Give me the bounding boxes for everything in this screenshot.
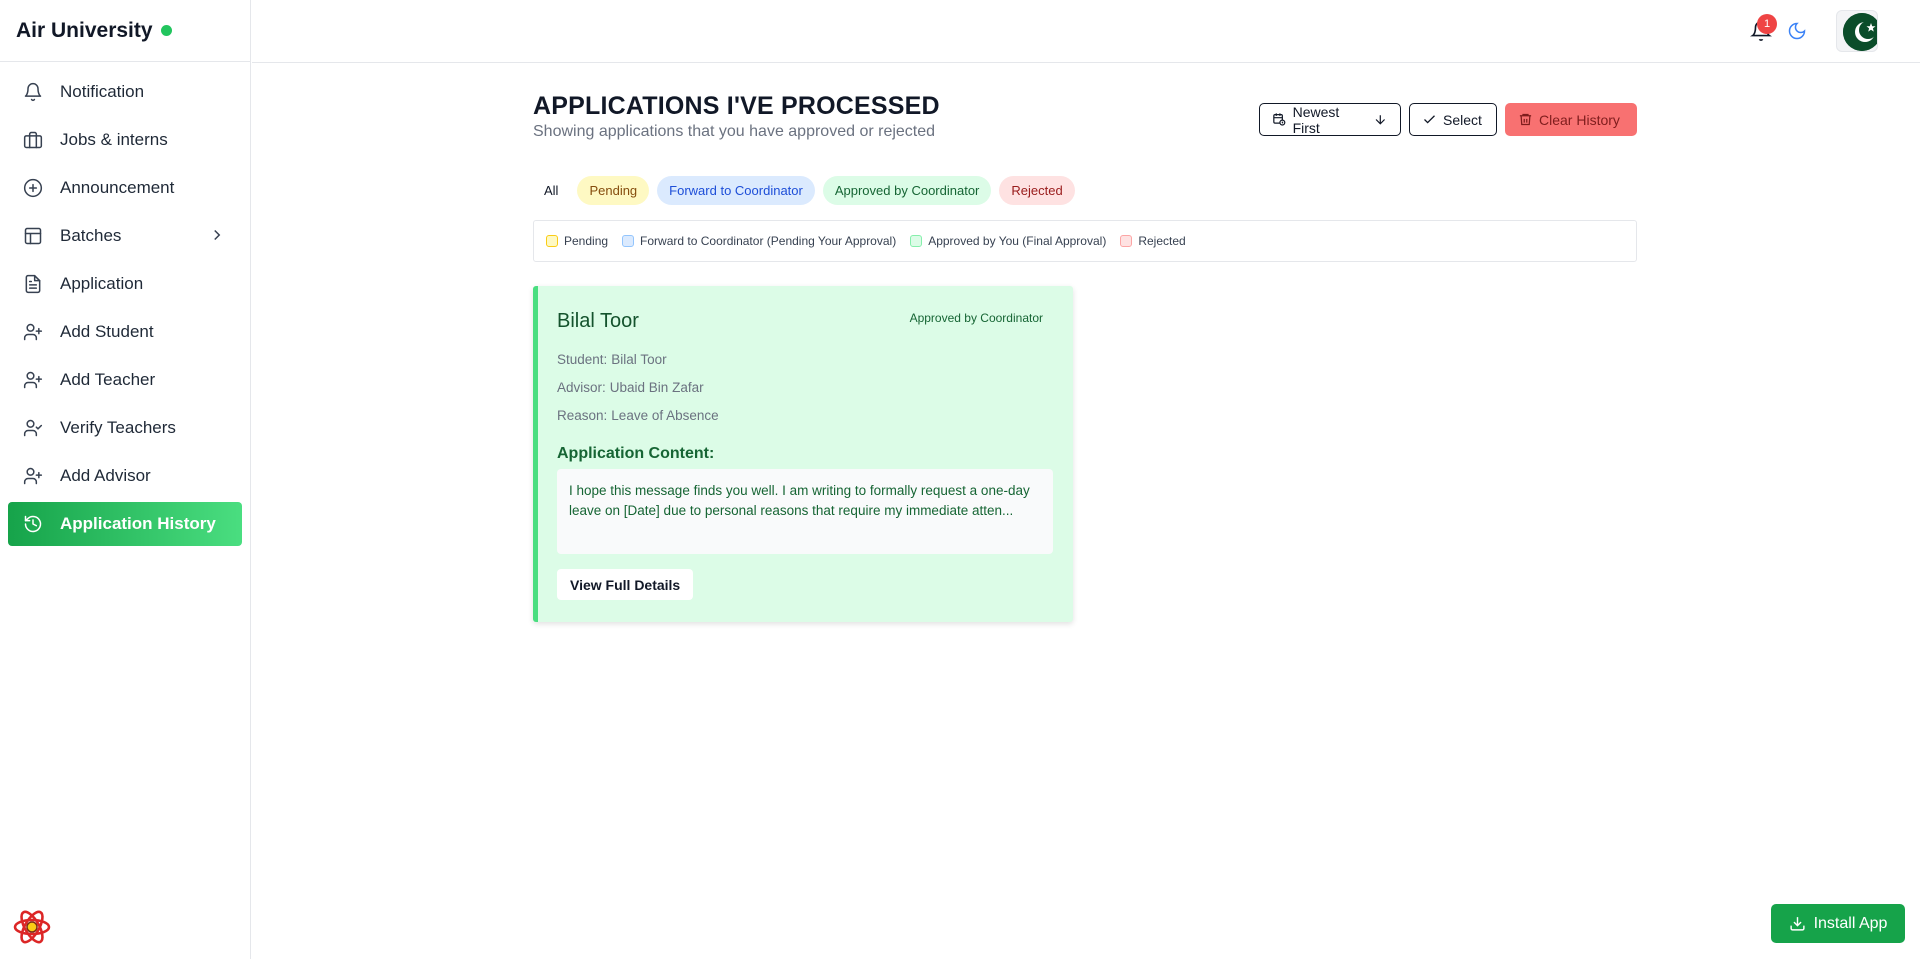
sidebar-item-announcement[interactable]: Announcement (8, 166, 242, 210)
page-subtitle: Showing applications that you have appro… (533, 123, 936, 140)
applicant-name: Bilal Toor (557, 310, 639, 332)
history-icon (22, 513, 44, 535)
legend-item-rejected: Rejected (1120, 234, 1186, 248)
advisor-value: Ubaid Bin Zafar (609, 380, 704, 395)
advisor-field: Advisor: Ubaid Bin Zafar (557, 380, 704, 395)
legend-label: Approved by You (Final Approval) (928, 234, 1107, 248)
student-field: Student: Bilal Toor (557, 352, 667, 367)
briefcase-icon (22, 129, 44, 151)
install-app-label: Install App (1813, 914, 1888, 932)
sidebar-item-add-advisor[interactable]: Add Advisor (8, 454, 242, 498)
sidebar-item-label: Application History (60, 514, 216, 533)
check-icon (1424, 115, 1435, 124)
student-value: Bilal Toor (611, 352, 667, 367)
sidebar-item-label: Add Advisor (60, 466, 151, 485)
reason-label: Reason: (557, 408, 608, 423)
sidebar: Air University Notification Jobs & inter… (0, 0, 251, 959)
sidebar-item-label: Batches (60, 226, 122, 245)
bell-icon (22, 81, 44, 103)
tab-pending[interactable]: Pending (577, 176, 650, 205)
tab-forward-to-coordinator[interactable]: Forward to Coordinator (657, 176, 815, 205)
avatar[interactable] (1836, 10, 1878, 52)
select-button-label: Select (1443, 111, 1482, 128)
legend-label: Rejected (1138, 234, 1186, 248)
status-badge: Approved by Coordinator (909, 311, 1043, 325)
sidebar-item-add-student[interactable]: Add Student (8, 310, 242, 354)
filter-tabs: All Pending Forward to Coordinator Appro… (533, 176, 1075, 205)
moon-icon[interactable] (1787, 21, 1809, 43)
select-button[interactable]: Select (1409, 103, 1497, 136)
react-logo-icon[interactable] (12, 907, 52, 947)
sort-button-label: Newest First (1292, 103, 1340, 136)
top-bar (252, 0, 1920, 63)
download-icon (1789, 917, 1805, 931)
legend-label: Forward to Coordinator (Pending Your App… (640, 234, 897, 248)
trash-icon (1519, 113, 1532, 126)
notification-count-badge: 1 (1757, 14, 1777, 34)
brand-header: Air University (0, 0, 250, 62)
legend-swatch-rejected (1120, 235, 1133, 247)
legend-item-pending: Pending (546, 234, 608, 248)
sidebar-item-label: Jobs & interns (60, 130, 168, 149)
sidebar-item-notification[interactable]: Notification (8, 70, 242, 114)
install-app-button[interactable]: Install App (1771, 904, 1905, 943)
legend-swatch-pending (546, 235, 558, 247)
sidebar-item-application-history[interactable]: Application History (8, 502, 242, 546)
reason-field: Reason: Leave of Absence (557, 408, 719, 423)
sidebar-item-label: Verify Teachers (60, 418, 176, 437)
sort-button[interactable]: Newest First (1259, 103, 1401, 136)
user-check-icon (22, 417, 44, 439)
layout-icon (22, 225, 44, 247)
tab-all[interactable]: All (533, 176, 569, 205)
sidebar-item-verify-teachers[interactable]: Verify Teachers (8, 406, 242, 450)
arrow-down-icon (1376, 115, 1386, 125)
legend-swatch-approved (910, 235, 923, 247)
online-status-dot (160, 25, 172, 36)
sidebar-item-add-teacher[interactable]: Add Teacher (8, 358, 242, 402)
clear-history-button[interactable]: Clear History (1505, 103, 1637, 136)
file-text-icon (22, 273, 44, 295)
legend-item-forward: Forward to Coordinator (Pending Your App… (622, 234, 896, 248)
chevron-right-icon[interactable] (208, 226, 226, 249)
status-legend: Pending Forward to Coordinator (Pending … (533, 220, 1637, 262)
clear-history-label: Clear History (1539, 111, 1620, 128)
sidebar-item-batches[interactable]: Batches (8, 214, 242, 258)
advisor-label: Advisor: (557, 380, 606, 395)
sidebar-item-application[interactable]: Application (8, 262, 242, 306)
sidebar-item-label: Application (60, 274, 144, 293)
sidebar-item-label: Add Teacher (60, 370, 156, 389)
page-title: APPLICATIONS I'VE PROCESSED (533, 92, 940, 120)
application-content-preview: I hope this message finds you well. I am… (557, 469, 1053, 554)
plus-circle-icon (22, 177, 44, 199)
sidebar-item-label: Notification (60, 82, 145, 101)
user-plus-icon (22, 465, 44, 487)
application-card: Bilal Toor Approved by Coordinator Stude… (533, 286, 1073, 622)
sidebar-nav: Notification Jobs & interns Announcement… (0, 62, 250, 558)
calendar-clock-icon (1273, 113, 1286, 126)
tab-approved-by-coordinator[interactable]: Approved by Coordinator (822, 176, 992, 205)
sidebar-item-label: Add Student (60, 322, 154, 341)
user-plus-icon (22, 369, 44, 391)
student-label: Student: (557, 352, 608, 367)
legend-swatch-forward (622, 235, 635, 247)
sidebar-item-jobs[interactable]: Jobs & interns (8, 118, 242, 162)
flag-avatar-image (1843, 13, 1877, 51)
tab-rejected[interactable]: Rejected (999, 176, 1075, 205)
user-plus-icon (22, 321, 44, 343)
sidebar-item-label: Announcement (60, 178, 175, 197)
app-title: Air University (16, 18, 153, 42)
view-full-details-button[interactable]: View Full Details (557, 569, 694, 600)
application-content-title: Application Content: (557, 445, 715, 462)
reason-value: Leave of Absence (611, 408, 719, 423)
legend-item-approved: Approved by You (Final Approval) (910, 234, 1106, 248)
legend-label: Pending (564, 234, 609, 248)
